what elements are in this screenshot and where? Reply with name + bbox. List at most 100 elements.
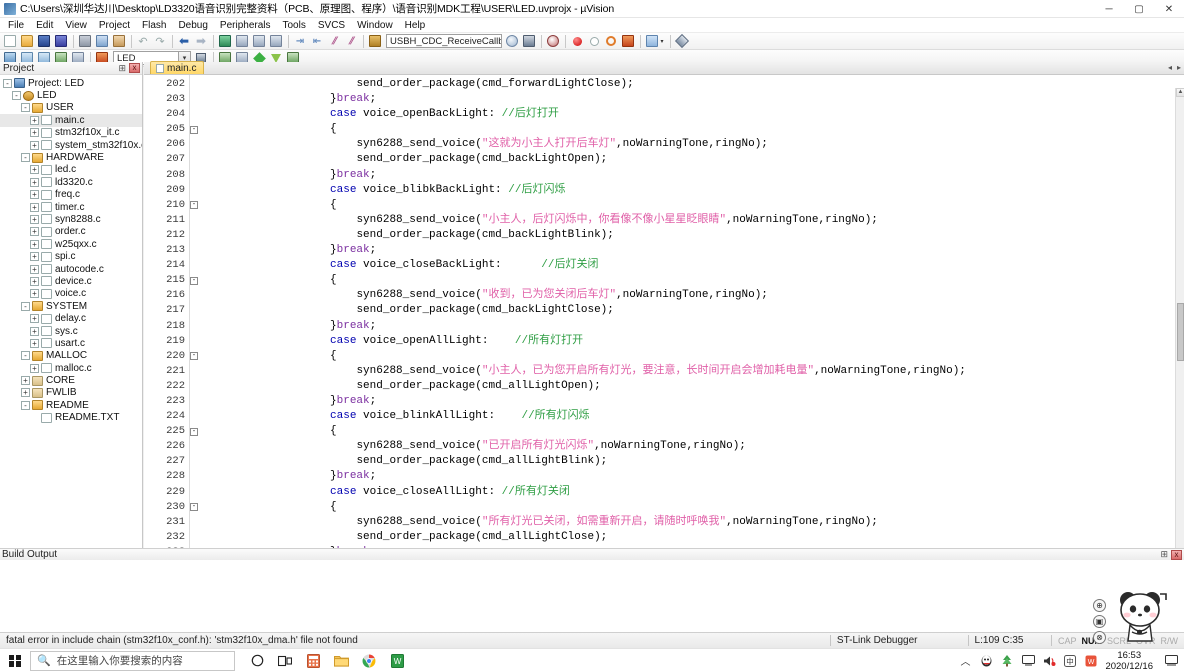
action-center-icon[interactable] [1164, 654, 1178, 668]
zoom-in-icon[interactable]: ⊕ [1093, 599, 1106, 612]
menu-help[interactable]: Help [399, 18, 432, 33]
file-explorer-button[interactable] [327, 649, 355, 672]
save-all-button[interactable] [53, 34, 69, 49]
insert-breakpoint-button[interactable] [569, 34, 585, 49]
close-button[interactable]: ✕ [1154, 0, 1184, 18]
collapse-icon[interactable]: - [21, 103, 30, 113]
code-line[interactable]: send_order_package(cmd_backLightClose); [198, 303, 1184, 318]
collapse-icon[interactable]: - [21, 153, 30, 163]
tree-item-ld3320-c[interactable]: + ld3320.c [0, 176, 142, 188]
code-line[interactable]: case voice_closeAllLight: //所有灯关闭 [198, 485, 1184, 500]
tree-app-icon[interactable] [1000, 654, 1014, 668]
menu-svcs[interactable]: SVCS [312, 18, 351, 33]
expand-icon[interactable]: + [30, 289, 39, 299]
menu-window[interactable]: Window [351, 18, 399, 33]
cortana-button[interactable] [243, 649, 271, 672]
code-line[interactable]: { [198, 349, 1184, 364]
code-line[interactable]: case voice_blinkAllLight: //所有灯闪烁 [198, 409, 1184, 424]
paste-button[interactable] [111, 34, 127, 49]
chrome-browser-button[interactable] [355, 649, 383, 672]
code-line[interactable]: { [198, 500, 1184, 515]
navigate-back-button[interactable]: ⬅ [176, 34, 192, 49]
wps-cloud-icon[interactable]: W [1084, 654, 1098, 668]
code-line[interactable]: syn6288_send_voice("这就为小主人打开后车灯",noWarni… [198, 137, 1184, 152]
expand-icon[interactable]: + [30, 190, 39, 200]
code-line[interactable]: send_order_package(cmd_forwardLightClose… [198, 77, 1184, 92]
configure-button[interactable] [674, 33, 690, 49]
close-pane-icon[interactable]: x [1171, 549, 1182, 560]
volume-icon[interactable] [1042, 654, 1056, 668]
tree-item-usart-c[interactable]: + usart.c [0, 337, 142, 349]
toggle-bookmark-button[interactable] [217, 34, 233, 49]
tree-item-fwlib[interactable]: + FWLIB [0, 387, 142, 399]
code-line[interactable]: }break; [198, 394, 1184, 409]
function-combo[interactable]: USBH_CDC_ReceiveCallba ▾ [386, 34, 502, 48]
pin-icon[interactable]: ⊞ [115, 63, 129, 74]
code-line[interactable]: syn6288_send_voice("已开启所有灯光闪烁",noWarning… [198, 439, 1184, 454]
menu-tools[interactable]: Tools [277, 18, 312, 33]
tree-item-malloc-c[interactable]: + malloc.c [0, 362, 142, 374]
tree-item-core[interactable]: + CORE [0, 374, 142, 386]
expand-icon[interactable]: + [30, 326, 39, 336]
menu-file[interactable]: File [2, 18, 30, 33]
cut-button[interactable] [77, 34, 93, 49]
code-line[interactable]: syn6288_send_voice("小主人，后灯闪烁中，你看像不像小星星眨眼… [198, 213, 1184, 228]
menu-view[interactable]: View [59, 18, 93, 33]
pin-icon[interactable]: ⊞ [1157, 549, 1171, 560]
outdent-button[interactable]: ⇤ [309, 34, 325, 49]
network-icon[interactable] [1021, 654, 1035, 668]
find-button[interactable] [545, 34, 561, 49]
save-button[interactable] [36, 34, 52, 49]
tree-item-spi-c[interactable]: + spi.c [0, 250, 142, 262]
expand-icon[interactable]: + [30, 165, 39, 175]
copy-button[interactable] [94, 34, 110, 49]
tree-item-readme-txt[interactable]: README.TXT [0, 412, 142, 424]
tree-item-sys-c[interactable]: + sys.c [0, 325, 142, 337]
project-tree[interactable]: - Project: LED - LED - USER + main.c + stm32f10x_… [0, 75, 142, 629]
code-line[interactable]: }break; [198, 243, 1184, 258]
tree-item-delay-c[interactable]: + delay.c [0, 312, 142, 324]
code-line[interactable]: case voice_openAllLight: //所有灯打开 [198, 334, 1184, 349]
code-line[interactable]: { [198, 273, 1184, 288]
code-line[interactable]: send_order_package(cmd_allLightOpen); [198, 379, 1184, 394]
expand-icon[interactable]: + [30, 338, 39, 348]
expand-icon[interactable]: + [30, 252, 39, 262]
code-line[interactable]: syn6288_send_voice("收到，已为您关闭后车灯",noWarni… [198, 288, 1184, 303]
toggle-line-numbers-off-button[interactable]: ⫽ [343, 34, 359, 49]
menu-project[interactable]: Project [93, 18, 136, 33]
tree-item-autocode-c[interactable]: + autocode.c [0, 263, 142, 275]
code-line[interactable]: send_order_package(cmd_allLightClose); [198, 530, 1184, 545]
open-file-button[interactable] [19, 34, 35, 49]
tree-item-freq-c[interactable]: + freq.c [0, 189, 142, 201]
navigate-forward-button[interactable]: ➡ [193, 34, 209, 49]
disable-all-breakpoints-button[interactable] [603, 34, 619, 49]
expand-icon[interactable]: + [30, 239, 39, 249]
task-view-button[interactable] [271, 649, 299, 672]
collapse-icon[interactable]: - [21, 351, 30, 361]
code-line[interactable]: syn6288_send_voice("所有灯光已关闭，如需重新开启，请随时呼唤… [198, 515, 1184, 530]
expand-icon[interactable]: + [30, 314, 39, 324]
code-line[interactable]: }break; [198, 319, 1184, 334]
wps-app-button[interactable]: W [383, 649, 411, 672]
code-line[interactable]: }break; [198, 469, 1184, 484]
close-pane-icon[interactable]: x [129, 63, 140, 73]
find-in-files-button[interactable] [521, 34, 537, 49]
minimize-button[interactable]: ─ [1094, 0, 1124, 18]
show-hidden-icons-chevron[interactable]: ︿ [958, 654, 972, 668]
expand-icon[interactable]: + [30, 264, 39, 274]
code-line[interactable]: }break; [198, 92, 1184, 107]
tree-item-stm32f10x-it-c[interactable]: + stm32f10x_it.c [0, 127, 142, 139]
tree-item-malloc[interactable]: - MALLOC [0, 350, 142, 362]
editor-vertical-scrollbar[interactable]: ▲ ▼ [1175, 88, 1184, 618]
taskbar-clock[interactable]: 16:53 2020/12/16 [1105, 650, 1157, 672]
qq-icon[interactable] [979, 654, 993, 668]
tree-item-led-c[interactable]: + led.c [0, 164, 142, 176]
code-line[interactable]: case voice_closeBackLight: //后灯关闭 [198, 258, 1184, 273]
code-line[interactable]: case voice_openBackLight: //后灯打开 [198, 107, 1184, 122]
code-line[interactable]: { [198, 424, 1184, 439]
code-line[interactable]: syn6288_send_voice("小主人，已为您开启所有灯光，要注意，长时… [198, 364, 1184, 379]
collapse-icon[interactable]: - [21, 301, 30, 311]
indent-button[interactable]: ⇥ [292, 34, 308, 49]
expand-icon[interactable]: + [30, 227, 39, 237]
collapse-icon[interactable]: - [12, 91, 21, 101]
